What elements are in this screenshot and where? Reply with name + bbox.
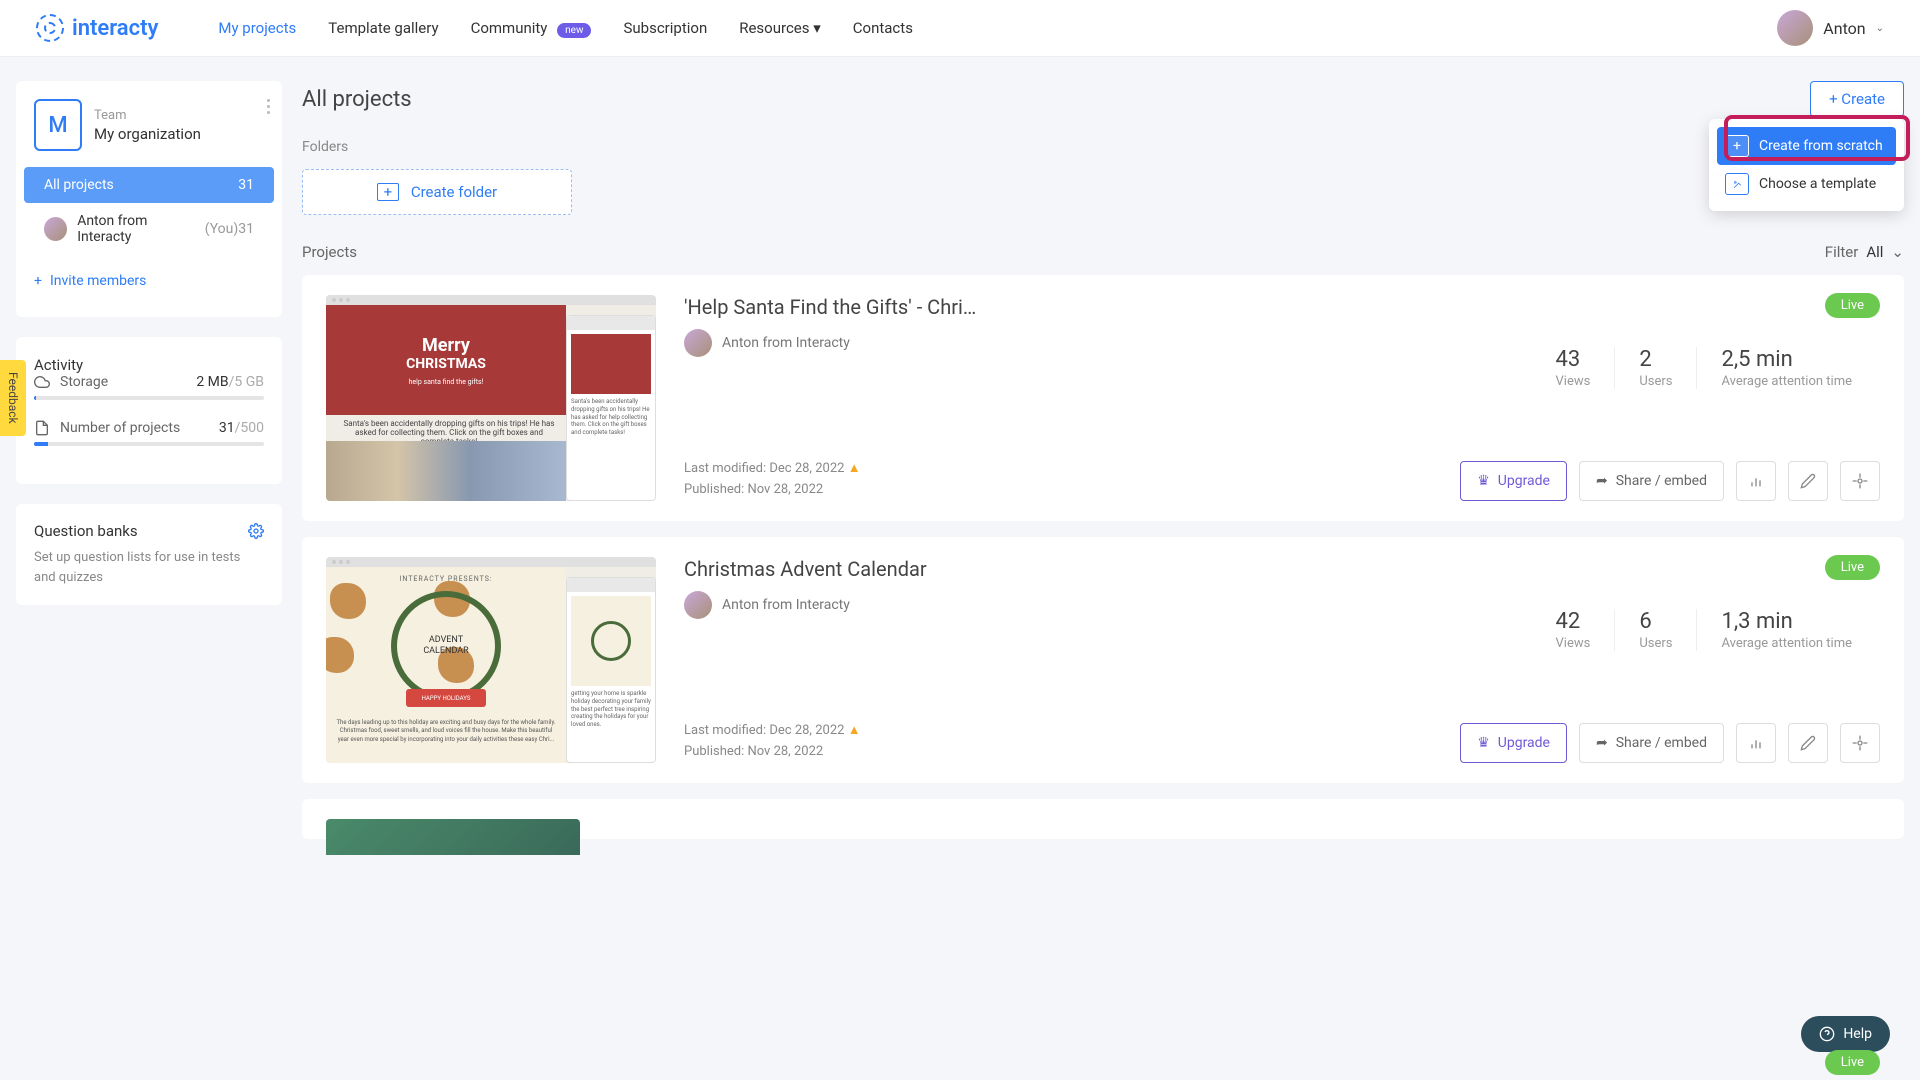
author-avatar: [684, 591, 712, 619]
page-title: All projects: [302, 87, 412, 112]
analytics-button[interactable]: [1736, 723, 1776, 763]
filter-dropdown[interactable]: Filter All ⌄: [1825, 243, 1904, 261]
storage-bar: [34, 396, 264, 400]
nav-my-projects[interactable]: My projects: [218, 19, 296, 37]
folders-label: Folders: [302, 139, 1904, 155]
project-stats: 43Views 2Users 2,5 minAverage attention …: [1532, 347, 1876, 389]
create-folder-button[interactable]: + Create folder: [302, 169, 572, 215]
feedback-tab[interactable]: Feedback: [0, 360, 26, 436]
project-thumbnail[interactable]: INTERACTY PRESENTS: ADVENTCALENDARHAPPY …: [326, 557, 656, 763]
team-name: My organization: [94, 125, 201, 143]
project-thumbnail[interactable]: [326, 819, 580, 855]
main-content: All projects + Create + Create from scra…: [302, 81, 1904, 1056]
nav-subscription[interactable]: Subscription: [623, 19, 707, 37]
logo-icon: [36, 14, 64, 42]
qbank-title: Question banks: [34, 522, 138, 540]
image-box-icon: [1725, 173, 1749, 195]
live-badge: Live: [1825, 555, 1880, 580]
upgrade-button[interactable]: ♛Upgrade: [1460, 723, 1567, 763]
edit-button[interactable]: [1788, 461, 1828, 501]
project-title: 'Help Santa Find the Gifts' - Chri…: [684, 295, 1880, 319]
chevron-down-icon: ⌄: [1876, 23, 1884, 34]
gear-icon: [1852, 473, 1868, 489]
project-card: [302, 799, 1904, 839]
activity-title: Activity: [34, 356, 83, 374]
share-button[interactable]: ➦Share / embed: [1579, 461, 1724, 501]
team-label: Team: [94, 108, 201, 123]
nav-contacts[interactable]: Contacts: [853, 19, 913, 37]
settings-button[interactable]: [1840, 723, 1880, 763]
project-title: Christmas Advent Calendar: [684, 557, 1880, 581]
pencil-icon: [1800, 473, 1816, 489]
file-icon: [34, 420, 50, 436]
nav-community[interactable]: Community new: [471, 19, 592, 37]
create-dropdown: + Create from scratch Choose a template: [1709, 119, 1904, 211]
settings-button[interactable]: [1840, 461, 1880, 501]
help-icon: [1819, 1026, 1835, 1042]
user-menu[interactable]: Anton ⌄: [1777, 10, 1884, 46]
analytics-button[interactable]: [1736, 461, 1776, 501]
gear-icon[interactable]: [248, 523, 264, 539]
create-button[interactable]: + Create: [1810, 81, 1904, 117]
upgrade-button[interactable]: ♛Upgrade: [1460, 461, 1567, 501]
caret-down-icon: ▾: [813, 19, 821, 37]
live-badge: Live: [1825, 1050, 1880, 1075]
brand-logo[interactable]: interacty: [36, 14, 158, 42]
project-card: MerryCHRISTMAShelp santa find the gifts!…: [302, 275, 1904, 521]
share-icon: ➦: [1596, 735, 1608, 751]
edit-button[interactable]: [1788, 723, 1828, 763]
live-badge: Live: [1825, 293, 1880, 318]
member-avatar: [44, 217, 67, 241]
warning-icon: ▲: [848, 723, 861, 738]
question-banks-card[interactable]: Question banks Set up question lists for…: [16, 504, 282, 605]
folder-plus-icon: +: [377, 183, 399, 201]
gear-icon: [1852, 735, 1868, 751]
chart-icon: [1748, 735, 1764, 751]
project-stats: 42Views 6Users 1,3 minAverage attention …: [1532, 609, 1876, 651]
share-button[interactable]: ➦Share / embed: [1579, 723, 1724, 763]
project-card: INTERACTY PRESENTS: ADVENTCALENDARHAPPY …: [302, 537, 1904, 783]
chevron-down-icon: ⌄: [1891, 243, 1904, 261]
main-nav: My projects Template gallery Community n…: [218, 19, 913, 37]
plus-icon: +: [34, 273, 42, 289]
team-card: M Team My organization All projects 31 A…: [16, 81, 282, 317]
dd-choose-template[interactable]: Choose a template: [1717, 165, 1896, 203]
project-thumbnail[interactable]: MerryCHRISTMAShelp santa find the gifts!…: [326, 295, 656, 501]
crown-icon: ♛: [1477, 735, 1490, 751]
dd-create-from-scratch[interactable]: + Create from scratch: [1717, 127, 1896, 165]
sidebar: M Team My organization All projects 31 A…: [16, 81, 282, 1056]
nav-resources[interactable]: Resources ▾: [739, 19, 821, 37]
help-button[interactable]: Help: [1801, 1016, 1890, 1052]
projects-bar: [34, 442, 264, 446]
storage-row: Storage 2 MB/5 GB: [34, 374, 264, 390]
activity-card: Activity Storage 2 MB/5 GB Number of pro…: [16, 337, 282, 484]
user-avatar: [1777, 10, 1813, 46]
nav-template-gallery[interactable]: Template gallery: [328, 19, 438, 37]
projects-count-row: Number of projects 31/500: [34, 420, 264, 436]
pencil-icon: [1800, 735, 1816, 751]
share-icon: ➦: [1596, 473, 1608, 489]
sidebar-item-all-projects[interactable]: All projects 31: [24, 167, 274, 203]
qbank-desc: Set up question lists for use in tests a…: [34, 548, 264, 587]
new-badge: new: [557, 23, 591, 38]
user-name: Anton: [1823, 19, 1865, 38]
warning-icon: ▲: [848, 461, 861, 476]
projects-label: Projects: [302, 243, 357, 261]
crown-icon: ♛: [1477, 473, 1490, 489]
cloud-icon: [34, 374, 50, 390]
chart-icon: [1748, 473, 1764, 489]
author-avatar: [684, 329, 712, 357]
sidebar-item-member[interactable]: Anton from Interacty (You) 31: [34, 203, 264, 255]
more-icon[interactable]: [267, 99, 270, 114]
team-badge: M: [34, 99, 82, 151]
invite-members[interactable]: + Invite members: [34, 263, 264, 299]
plus-box-icon: +: [1725, 135, 1749, 157]
top-header: interacty My projects Template gallery C…: [0, 0, 1920, 57]
brand-name: interacty: [72, 16, 158, 41]
